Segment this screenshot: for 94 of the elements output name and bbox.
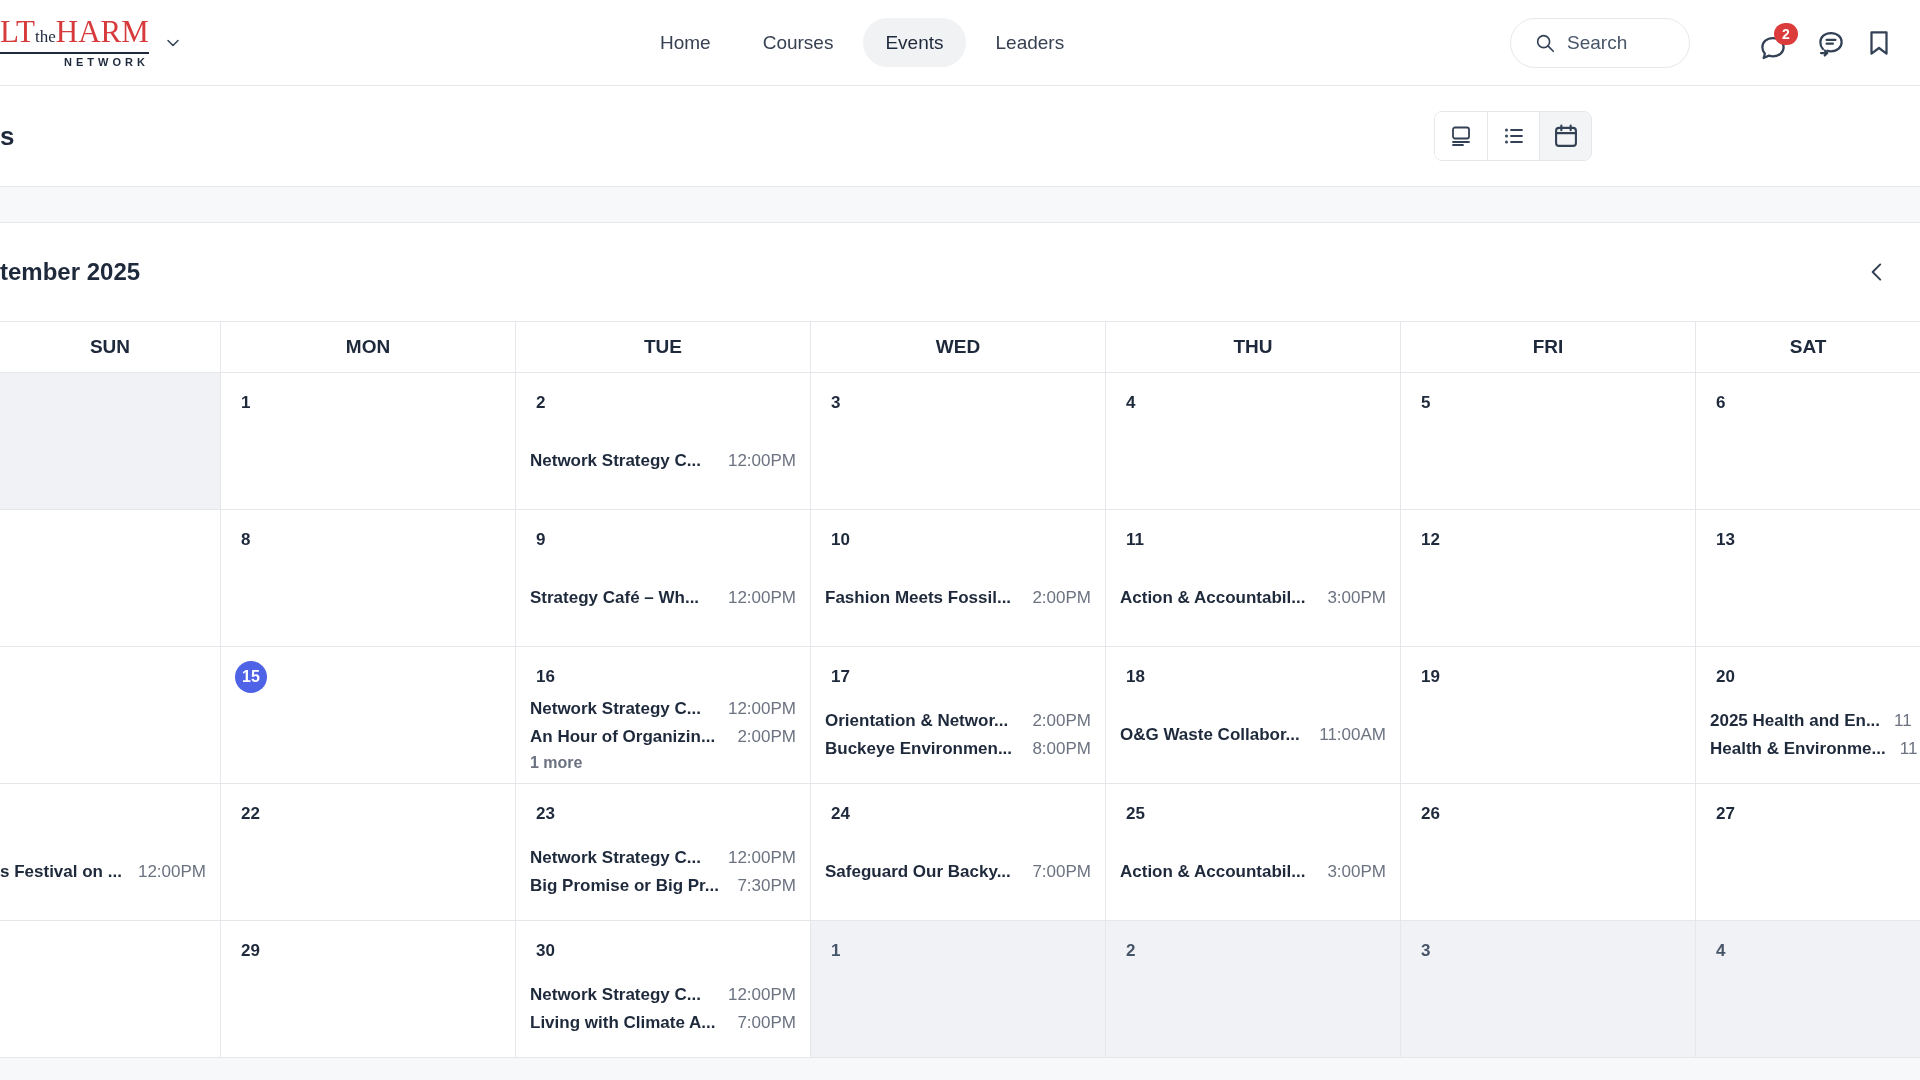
calendar-day-cell[interactable]: 15 <box>220 647 515 784</box>
weekday-header: MON <box>220 322 515 373</box>
day-number: 24 <box>830 803 850 825</box>
more-events-link[interactable]: 1 more <box>530 754 796 772</box>
day-number: 3 <box>830 392 841 414</box>
weekday-header: THU <box>1105 322 1400 373</box>
nav-tab[interactable]: Courses <box>740 18 856 67</box>
event-item[interactable]: Network Strategy C... 12:00PM <box>530 450 796 472</box>
event-item[interactable]: Buckeye Environmen... 8:00PM <box>825 738 1091 760</box>
today-date-badge: 15 <box>235 661 267 693</box>
event-item[interactable]: Orientation & Networ... 2:00PM <box>825 710 1091 732</box>
calendar-day-cell[interactable]: 16 Network Strategy C... 12:00PM An Hour of Organizin... 2:00PM 1 more <box>515 647 810 784</box>
day-number: 8 <box>240 529 251 551</box>
event-item[interactable]: Action & Accountabil... 3:00PM <box>1120 861 1386 883</box>
day-number: 19 <box>1420 666 1440 688</box>
event-item[interactable]: Health & Environme... 11 <box>1710 738 1918 760</box>
calendar-day-cell[interactable]: 1 <box>810 921 1105 1058</box>
calendar-day-cell[interactable]: 3 <box>1400 921 1695 1058</box>
calendar-day-cell[interactable]: 18 O&G Waste Collabor... 11:00AM <box>1105 647 1400 784</box>
nav-tab[interactable]: Home <box>638 18 733 67</box>
event-item[interactable]: Network Strategy C... 12:00PM <box>530 984 796 1006</box>
calendar-day-cell[interactable]: 6 <box>1695 373 1920 510</box>
calendar-day-cell[interactable]: 8 <box>220 510 515 647</box>
nav-tab[interactable]: Leaders <box>973 18 1087 67</box>
day-number: 27 <box>1715 803 1735 825</box>
day-number: 2 <box>1125 940 1136 962</box>
event-item[interactable]: 2025 Health and En... 11 <box>1710 710 1912 732</box>
day-number: 2 <box>535 392 546 414</box>
day-number: 30 <box>535 940 555 962</box>
day-number: 6 <box>1715 392 1726 414</box>
calendar-day-cell[interactable]: 2 <box>1105 921 1400 1058</box>
calendar-day-cell[interactable]: 11 Action & Accountabil... 3:00PM <box>1105 510 1400 647</box>
day-number: 10 <box>830 529 850 551</box>
weekday-header: SAT <box>1695 322 1920 373</box>
day-number: 17 <box>830 666 850 688</box>
day-number: 23 <box>535 803 555 825</box>
logo-wordmark[interactable]: LTtheHARM <box>0 17 149 54</box>
view-toggle-button[interactable] <box>1539 112 1591 160</box>
calendar-day-cell[interactable]: s Festival on ... 12:00PM <box>0 784 220 921</box>
calendar-day-cell[interactable]: 4 <box>1695 921 1920 1058</box>
event-item[interactable]: Strategy Café – Wh... 12:00PM <box>530 587 796 609</box>
calendar-day-cell[interactable]: 4 <box>1105 373 1400 510</box>
day-number: 13 <box>1715 529 1735 551</box>
event-item[interactable]: Action & Accountabil... 3:00PM <box>1120 587 1386 609</box>
calendar-day-cell[interactable]: 23 Network Strategy C... 12:00PM Big Promise or Big Pr... 7:30PM <box>515 784 810 921</box>
calendar-day-cell[interactable]: 17 Orientation & Networ... 2:00PM Buckeye Environmen... 8:00PM <box>810 647 1105 784</box>
event-item[interactable]: O&G Waste Collabor... 11:00AM <box>1120 724 1386 746</box>
calendar-day-cell[interactable]: 20 2025 Health and En... 11 Health & Environme... 11 <box>1695 647 1920 784</box>
event-item[interactable]: Living with Climate A... 7:00PM <box>530 1012 796 1034</box>
day-number: 5 <box>1420 392 1431 414</box>
calendar-day-cell[interactable] <box>0 373 220 510</box>
calendar-day-cell[interactable]: 13 <box>1695 510 1920 647</box>
calendar-day-cell[interactable]: 1 <box>220 373 515 510</box>
calendar-day-cell[interactable]: 19 <box>1400 647 1695 784</box>
day-number: 12 <box>1420 529 1440 551</box>
day-number: 20 <box>1715 666 1735 688</box>
event-item[interactable]: An Hour of Organizin... 2:00PM <box>530 726 796 748</box>
calendar-day-cell[interactable]: 12 <box>1400 510 1695 647</box>
logo-subtitle: NETWORK <box>64 55 149 68</box>
calendar-day-cell[interactable]: 22 <box>220 784 515 921</box>
event-item[interactable]: Fashion Meets Fossil... 2:00PM <box>825 587 1091 609</box>
event-item[interactable]: s Festival on ... 12:00PM <box>0 861 206 883</box>
day-number: 11 <box>1125 529 1144 551</box>
calendar-day-cell[interactable]: 5 <box>1400 373 1695 510</box>
event-item[interactable]: Big Promise or Big Pr... 7:30PM <box>530 875 796 897</box>
page-title: s <box>0 120 15 152</box>
day-number: 25 <box>1125 803 1145 825</box>
event-item[interactable]: Network Strategy C... 12:00PM <box>530 698 796 720</box>
search-field[interactable]: Search <box>1510 17 1690 68</box>
day-number: 4 <box>1125 392 1136 414</box>
day-number: 26 <box>1420 803 1440 825</box>
day-number: 18 <box>1125 666 1145 688</box>
day-number: 1 <box>240 392 251 414</box>
nav-tab[interactable]: Events <box>863 18 966 67</box>
month-title: tember 2025 <box>0 258 141 286</box>
day-number: 16 <box>535 666 555 688</box>
weekday-header: WED <box>810 322 1105 373</box>
event-item[interactable]: Network Strategy C... 12:00PM <box>530 847 796 869</box>
day-number: 4 <box>1715 940 1726 962</box>
day-number: 22 <box>240 803 260 825</box>
notification-badge: 2 <box>1774 22 1798 45</box>
weekday-header: TUE <box>515 322 810 373</box>
event-item[interactable]: Safeguard Our Backy... 7:00PM <box>825 861 1091 883</box>
board-icon <box>1449 124 1473 148</box>
day-number: 9 <box>535 529 546 551</box>
day-number: 1 <box>830 940 841 962</box>
calendar-day-cell[interactable]: 10 Fashion Meets Fossil... 2:00PM <box>810 510 1105 647</box>
calendar-day-cell[interactable]: 9 Strategy Café – Wh... 12:00PM <box>515 510 810 647</box>
day-number: 3 <box>1420 940 1431 962</box>
weekday-header: FRI <box>1400 322 1695 373</box>
calendar-day-cell[interactable]: 2 Network Strategy C... 12:00PM <box>515 373 810 510</box>
notifications-button[interactable]: 2 <box>1758 22 1798 63</box>
day-number: 29 <box>240 940 260 962</box>
calendar-day-cell[interactable]: 3 <box>810 373 1105 510</box>
